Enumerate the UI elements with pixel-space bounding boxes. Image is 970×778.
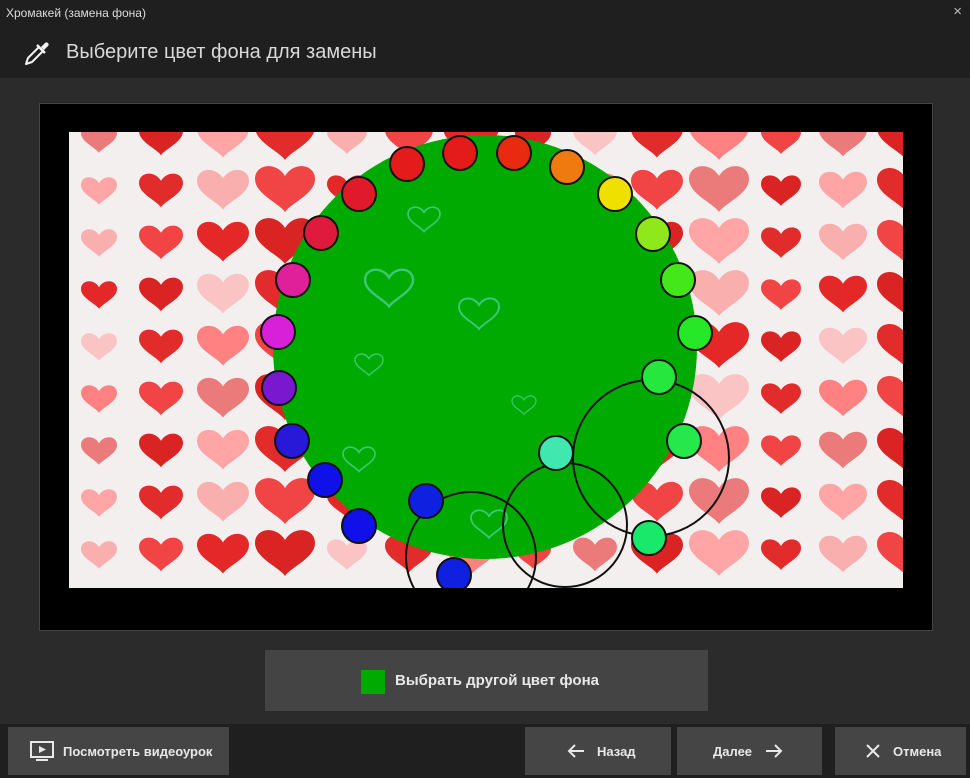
window-close-button[interactable]: × [953, 3, 962, 20]
page-heading: Выберите цвет фона для замены [66, 41, 377, 63]
watch-video-tutorial-button[interactable]: Посмотреть видеоурок [8, 727, 229, 775]
next-label: Далее [713, 744, 753, 759]
dialog-footer: Посмотреть видеоурок Назад Далее Отмена [0, 724, 970, 778]
choose-other-color-button[interactable]: Выбрать другой цвет фона [265, 650, 708, 711]
color-swatch [361, 670, 385, 694]
title-bar: Хромакей (замена фона) × [0, 0, 970, 26]
arrow-left-icon [567, 744, 584, 758]
eyedropper-icon [25, 42, 49, 65]
dialog-header: Выберите цвет фона для замены [0, 26, 970, 78]
video-preview-frame [39, 103, 933, 631]
play-video-icon [30, 741, 54, 761]
back-button[interactable]: Назад [525, 727, 671, 775]
cancel-button[interactable]: Отмена [835, 727, 966, 775]
next-button[interactable]: Далее [677, 727, 822, 775]
arrow-right-icon [766, 744, 783, 758]
cancel-label: Отмена [893, 744, 942, 759]
back-label: Назад [597, 744, 636, 759]
close-x-icon [866, 744, 880, 758]
main-panel: Выбрать другой цвет фона [0, 78, 970, 724]
video-preview[interactable] [69, 132, 903, 588]
watch-video-label: Посмотреть видеоурок [63, 744, 213, 759]
choose-other-color-label: Выбрать другой цвет фона [395, 672, 599, 689]
window-title: Хромакей (замена фона) [6, 6, 146, 20]
video-frame-image [69, 132, 903, 588]
